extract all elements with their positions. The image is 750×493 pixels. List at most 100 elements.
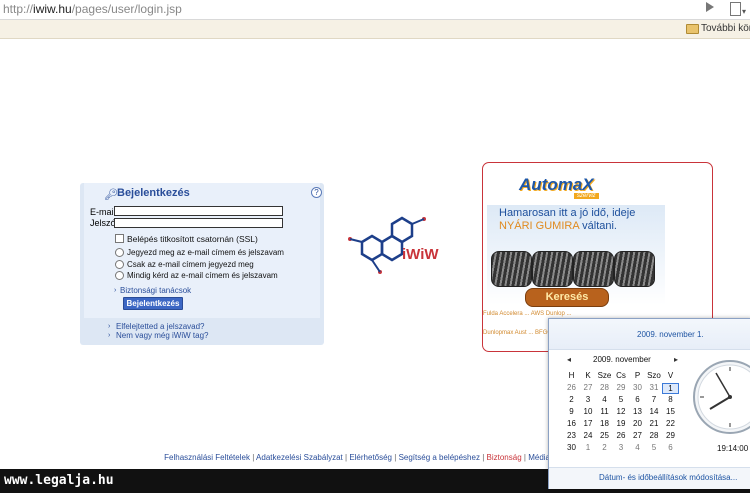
- weekday-header: Sze: [597, 371, 612, 380]
- calendar-day[interactable]: 25: [596, 431, 613, 440]
- calendar-day[interactable]: 8: [662, 395, 679, 404]
- footer-link-privacy[interactable]: Adatkezelési Szabályzat: [256, 453, 343, 462]
- help-icon[interactable]: ?: [311, 187, 322, 198]
- calendar-day[interactable]: 5: [613, 395, 630, 404]
- calendar-day[interactable]: 31: [646, 383, 663, 392]
- calendar-day[interactable]: 2: [596, 443, 613, 452]
- go-icon[interactable]: [706, 2, 714, 12]
- calendar-day[interactable]: 7: [646, 395, 663, 404]
- calendar-day[interactable]: 2: [563, 395, 580, 404]
- remember-option-3: Mindig kérd az e-mail címem és jelszavam: [127, 271, 278, 280]
- security-tips-link[interactable]: Biztonsági tanácsok: [120, 286, 191, 295]
- calendar-day[interactable]: 18: [596, 419, 613, 428]
- page-menu-icon[interactable]: [730, 2, 741, 16]
- month-label[interactable]: 2009. november: [593, 355, 651, 364]
- tire-image: [491, 251, 532, 287]
- weekday-header: V: [667, 371, 674, 380]
- calendar-day[interactable]: 16: [563, 419, 580, 428]
- tire-image: [532, 251, 573, 287]
- calendar-day[interactable]: 30: [629, 383, 646, 392]
- remember-option-1: Jegyezd meg az e-mail címem és jelszavam: [127, 248, 284, 257]
- iwiw-logo: iWiW: [348, 216, 439, 274]
- calendar-day[interactable]: 10: [580, 407, 597, 416]
- calendar-day[interactable]: 28: [596, 383, 613, 392]
- digital-time: 19:14:00: [717, 444, 749, 453]
- tire-image: [573, 251, 614, 287]
- password-field[interactable]: [114, 218, 283, 228]
- login-panel: 🔑︎ Bejelentkezés ? E-mail: Jelszó: Belép…: [80, 183, 324, 345]
- arrow-right-icon: ›: [108, 332, 111, 339]
- footer-link-contact[interactable]: Elérhetőség: [349, 453, 392, 462]
- calendar-day[interactable]: 19: [613, 419, 630, 428]
- footer-link-terms[interactable]: Felhasználási Feltételek: [164, 453, 250, 462]
- remember-radio-1[interactable]: [115, 248, 124, 257]
- login-title: Bejelentkezés: [117, 187, 190, 199]
- calendar-day[interactable]: 4: [629, 443, 646, 452]
- calendar-day[interactable]: 13: [629, 407, 646, 416]
- chevron-down-icon[interactable]: ▾: [742, 7, 746, 16]
- ssl-label: Belépés titkosított csatornán (SSL): [127, 234, 258, 244]
- ad-brands-row: Fulda Accelera ... AWS Dunlop ...: [483, 311, 572, 317]
- calendar-day[interactable]: 11: [596, 407, 613, 416]
- long-date[interactable]: 2009. november 1.: [637, 330, 704, 339]
- calendar-day[interactable]: 1: [580, 443, 597, 452]
- email-field[interactable]: [114, 206, 283, 216]
- forgot-password-link[interactable]: Elfelejtetted a jelszavad?: [116, 322, 205, 331]
- url-text[interactable]: http://iwiw.hu/pages/user/login.jsp: [3, 2, 182, 16]
- next-month-icon[interactable]: ▸: [674, 355, 678, 364]
- ad-search-button[interactable]: Keresés: [525, 288, 609, 307]
- login-form: 🔑︎ Bejelentkezés ? E-mail: Jelszó: Belép…: [84, 183, 322, 318]
- calendar-day[interactable]: 29: [662, 431, 679, 440]
- remember-option-2: Csak az e-mail címem jegyezd meg: [127, 260, 254, 269]
- weekday-header: Cs: [616, 371, 626, 380]
- remember-radio-2[interactable]: [115, 260, 124, 269]
- ad-brand: AutomaX: [519, 175, 594, 194]
- calendar-day[interactable]: 5: [646, 443, 663, 452]
- other-bookmarks[interactable]: További köny: [701, 23, 750, 34]
- login-button[interactable]: Bejelentkezés: [123, 297, 183, 310]
- calendar-day[interactable]: 24: [580, 431, 597, 440]
- calendar-day[interactable]: 30: [563, 443, 580, 452]
- calendar-day[interactable]: 17: [580, 419, 597, 428]
- footer-link-security[interactable]: Biztonság: [487, 453, 522, 462]
- calendar-day[interactable]: 23: [563, 431, 580, 440]
- calendar-day[interactable]: 28: [646, 431, 663, 440]
- register-link[interactable]: Nem vagy még iWiW tag?: [116, 331, 208, 340]
- remember-radio-3[interactable]: [115, 271, 124, 280]
- calendar-day-today[interactable]: 1: [662, 383, 679, 394]
- calendar-day[interactable]: 3: [580, 395, 597, 404]
- folder-icon: [686, 24, 699, 34]
- bookmarks-bar: További köny: [0, 20, 750, 39]
- address-bar[interactable]: http://iwiw.hu/pages/user/login.jsp ▾: [0, 0, 750, 20]
- calendar-day[interactable]: 29: [613, 383, 630, 392]
- calendar-day[interactable]: 22: [662, 419, 679, 428]
- tire-image: [614, 251, 655, 287]
- weekday-header: P: [634, 371, 641, 380]
- calendar-day[interactable]: 9: [563, 407, 580, 416]
- datetime-settings-link[interactable]: Dátum- és időbeállítások módosítása...: [599, 473, 737, 482]
- prev-month-icon[interactable]: ◂: [567, 355, 571, 364]
- ssl-checkbox[interactable]: [115, 234, 124, 243]
- calendar-day[interactable]: 3: [613, 443, 630, 452]
- calendar-day[interactable]: 4: [596, 395, 613, 404]
- weekday-header: Szo: [647, 371, 661, 380]
- ad-headline-2: NYÁRI GUMIRA váltani.: [499, 220, 617, 232]
- calendar-day[interactable]: 15: [662, 407, 679, 416]
- arrow-right-icon: ›: [114, 287, 117, 294]
- ad-headline-1: Hamarosan itt a jó idő, ideje: [499, 207, 636, 219]
- ad-brand-sub: szerviz: [574, 193, 599, 199]
- calendar-day[interactable]: 20: [629, 419, 646, 428]
- calendar-day[interactable]: 21: [646, 419, 663, 428]
- key-icon: 🔑︎: [104, 189, 118, 201]
- calendar-day[interactable]: 6: [629, 395, 646, 404]
- footer-link-help[interactable]: Segítség a belépéshez: [399, 453, 480, 462]
- calendar-day[interactable]: 26: [563, 383, 580, 392]
- calendar-day[interactable]: 27: [629, 431, 646, 440]
- calendar-day[interactable]: 12: [613, 407, 630, 416]
- calendar-day[interactable]: 6: [662, 443, 679, 452]
- watermark: www.legalja.hu: [4, 473, 114, 488]
- footer-link-media[interactable]: Média: [528, 453, 550, 462]
- calendar-day[interactable]: 26: [613, 431, 630, 440]
- calendar-day[interactable]: 14: [646, 407, 663, 416]
- calendar-day[interactable]: 27: [580, 383, 597, 392]
